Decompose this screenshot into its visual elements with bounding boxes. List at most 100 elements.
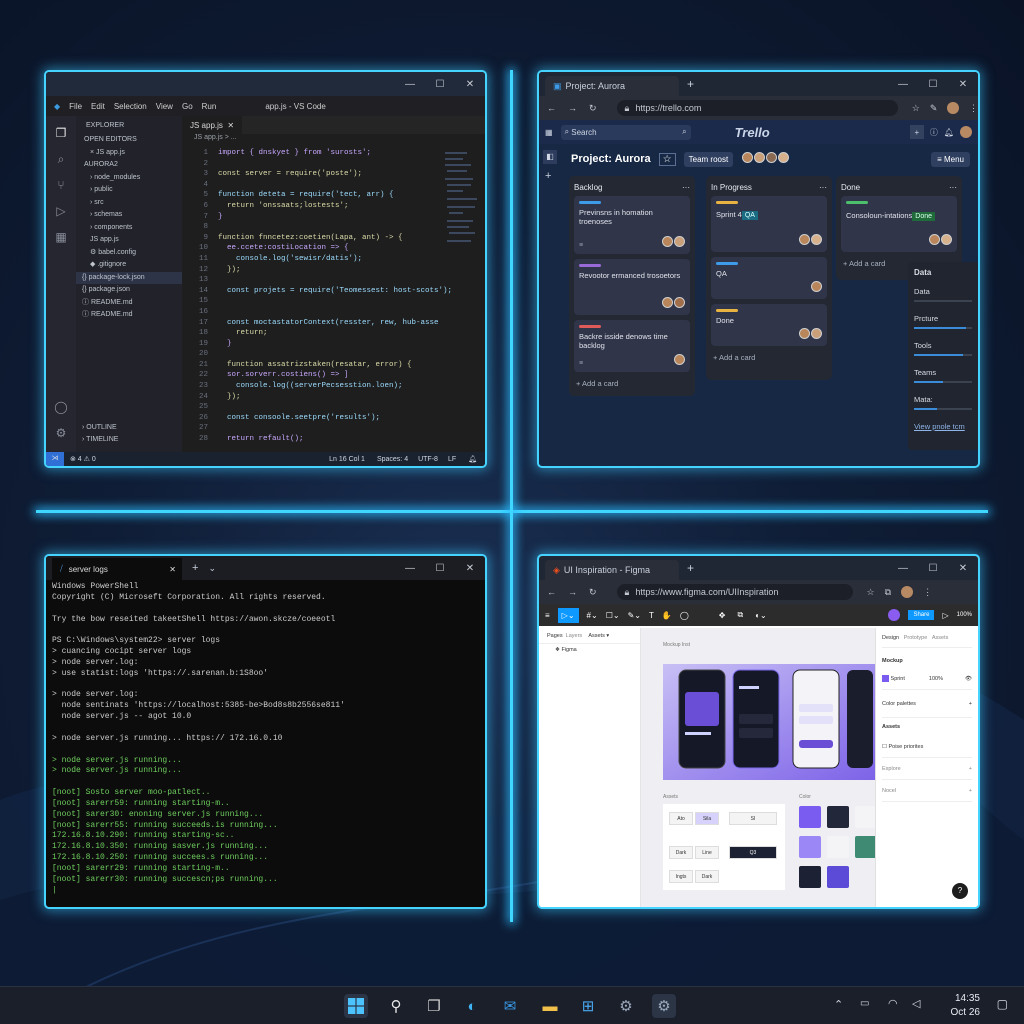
close-icon[interactable]: ✕	[169, 565, 176, 574]
sidebar-item[interactable]: › src	[76, 197, 182, 210]
search-icon[interactable]: ⌕	[54, 152, 68, 166]
minimize-icon[interactable]: —	[395, 556, 425, 580]
sidebar-item-selected[interactable]: {} package-lock.json	[76, 271, 182, 284]
sidebar-item[interactable]: › node_modules	[76, 172, 182, 185]
extensions-icon[interactable]: ⧉	[885, 587, 891, 598]
sidebar-item[interactable]: › schemas	[76, 209, 182, 222]
code-line[interactable]: 10 ee.ccete:costiLocation => {	[182, 243, 485, 254]
tab-pages[interactable]: Pages	[547, 633, 563, 639]
browser-menu-icon[interactable]: ⋮	[969, 103, 978, 114]
list-title[interactable]: In Progress	[711, 183, 752, 192]
color-swatch[interactable]	[799, 836, 821, 858]
menu-view[interactable]: View	[156, 102, 173, 111]
code-line[interactable]: 24 });	[182, 392, 485, 403]
tab-layers[interactable]: Layers	[566, 633, 583, 639]
contrast-icon[interactable]: ◐⌄	[755, 611, 767, 620]
sidebar-section-project[interactable]: AURORA2	[76, 159, 182, 172]
minimap[interactable]	[445, 150, 479, 270]
tab-assets-right[interactable]: Assets	[932, 635, 949, 641]
taskbar-clock[interactable]: 14:35 Oct 26	[951, 992, 980, 1020]
board-members[interactable]	[741, 152, 790, 166]
asset-button[interactable]: Line	[695, 846, 719, 859]
code-line[interactable]: 25	[182, 402, 485, 413]
asset-row[interactable]: ☐ Poise priorites	[882, 736, 972, 758]
add-plus-icon[interactable]: +	[969, 780, 972, 802]
add-plus-icon[interactable]: +	[969, 758, 972, 780]
code-line[interactable]: 13	[182, 275, 485, 286]
sidebar-item[interactable]: × JS app.js	[76, 147, 182, 160]
asset-button[interactable]: Dark	[669, 846, 693, 859]
status-problems[interactable]: ⊗ 4 ⚠ 0	[70, 455, 96, 463]
star-icon[interactable]: ☆	[867, 587, 875, 598]
code-line[interactable]: 21 function assatrizstaken(resatar, erro…	[182, 360, 485, 371]
snap-divider-vertical[interactable]	[510, 70, 513, 922]
code-line[interactable]: 19 }	[182, 339, 485, 350]
team-button[interactable]: Team roost	[683, 151, 734, 167]
apps-grid-icon[interactable]: ▦	[545, 128, 553, 137]
color-swatch[interactable]	[855, 836, 877, 858]
layer-opacity[interactable]: 100%	[929, 676, 943, 682]
settings-gear-icon[interactable]: ⚙	[54, 426, 68, 440]
asset-button[interactable]: Ato	[669, 812, 693, 825]
browser-tab[interactable]: ◈ UI Inspiration - Figma	[545, 560, 679, 580]
add-list-plus-icon[interactable]: +	[545, 170, 551, 182]
maximize-icon[interactable]: ☐	[918, 72, 948, 96]
browser-menu-icon[interactable]: ⋮	[923, 587, 932, 598]
code-line[interactable]: 16	[182, 307, 485, 318]
menu-go[interactable]: Go	[182, 102, 193, 111]
pen-tool-icon[interactable]: ✎⌄	[628, 611, 641, 620]
code-line[interactable]: 20	[182, 349, 485, 360]
mockup-frame[interactable]	[663, 664, 875, 780]
frame-tool-icon[interactable]: #⌄	[587, 611, 598, 620]
hand-tool-icon[interactable]: ✋	[662, 611, 672, 620]
code-line[interactable]: 15	[182, 296, 485, 307]
extensions-icon[interactable]: ▦	[54, 230, 68, 244]
layer-row[interactable]: Sprint 100% 👁︎	[882, 668, 972, 690]
menu-edit[interactable]: Edit	[91, 102, 105, 111]
code-line[interactable]: 14 const projets = require('Teomessest: …	[182, 286, 485, 297]
code-line[interactable]: 5 function deteta = require('tect, arr) {	[182, 190, 485, 201]
status-spaces[interactable]: Spaces: 4	[377, 456, 408, 463]
status-position[interactable]: Ln 16 Col 1	[329, 456, 365, 463]
files-icon[interactable]: ❐	[54, 126, 68, 140]
add-card-button[interactable]: + Add a card	[711, 351, 827, 364]
status-eol[interactable]: LF	[448, 456, 456, 463]
close-icon[interactable]: ✕	[455, 556, 485, 580]
shape-tool-icon[interactable]: ☐⌄	[606, 611, 620, 620]
layer-color-swatch[interactable]	[882, 675, 889, 683]
tab-design[interactable]: Design	[882, 635, 899, 641]
browser-tab[interactable]: ▣ Project: Aurora	[545, 76, 679, 96]
notification-center-icon[interactable]: ▢	[997, 997, 1008, 1011]
code-line[interactable]: 26 const consoole.seetpre('results');	[182, 413, 485, 424]
reload-icon[interactable]: ↻	[589, 103, 597, 114]
menu-selection[interactable]: Selection	[114, 102, 147, 111]
sidebar-item[interactable]: ⓘ README.md	[76, 309, 182, 322]
code-line[interactable]: 8	[182, 222, 485, 233]
card[interactable]: QA	[711, 257, 827, 299]
tab-prototype[interactable]: Prototype	[904, 635, 928, 641]
zoom-level[interactable]: 100%	[957, 612, 972, 618]
maximize-icon[interactable]: ☐	[918, 556, 948, 580]
code-line[interactable]: 4	[182, 180, 485, 191]
code-line[interactable]: 3 const server = require('poste');	[182, 169, 485, 180]
card[interactable]: Previnsns in homation troenoses ≡	[574, 196, 690, 254]
card[interactable]: Consoloun-intations Done	[841, 196, 957, 252]
reload-icon[interactable]: ↻	[589, 587, 597, 598]
sidebar-toggle-icon[interactable]: ◧	[543, 150, 557, 164]
card[interactable]: Backre isside denows time backlog ≡	[574, 320, 690, 372]
dropdown-chevron-icon[interactable]: ⌄	[208, 563, 216, 574]
star-icon[interactable]: ☆	[912, 103, 920, 114]
notification-bell-icon[interactable]: 🔔︎	[944, 128, 954, 137]
menu-run[interactable]: Run	[202, 102, 217, 111]
source-control-icon[interactable]: ⑂	[54, 178, 68, 192]
editor-tab[interactable]: JS app.js ✕	[182, 116, 243, 134]
sidebar-section-open-editors[interactable]: OPEN EDITORS	[76, 134, 182, 147]
notifications-bell-icon[interactable]: 🔔︎	[468, 455, 477, 463]
file-explorer-icon[interactable]: ▬	[538, 994, 562, 1018]
back-icon[interactable]: ←	[547, 103, 556, 113]
asset-button[interactable]: Sila	[695, 812, 719, 825]
forward-icon[interactable]: →	[568, 587, 577, 597]
color-swatch[interactable]	[799, 806, 821, 828]
code-line[interactable]: 12 });	[182, 265, 485, 276]
sidebar-section-timeline[interactable]: › TIMELINE	[76, 434, 182, 447]
